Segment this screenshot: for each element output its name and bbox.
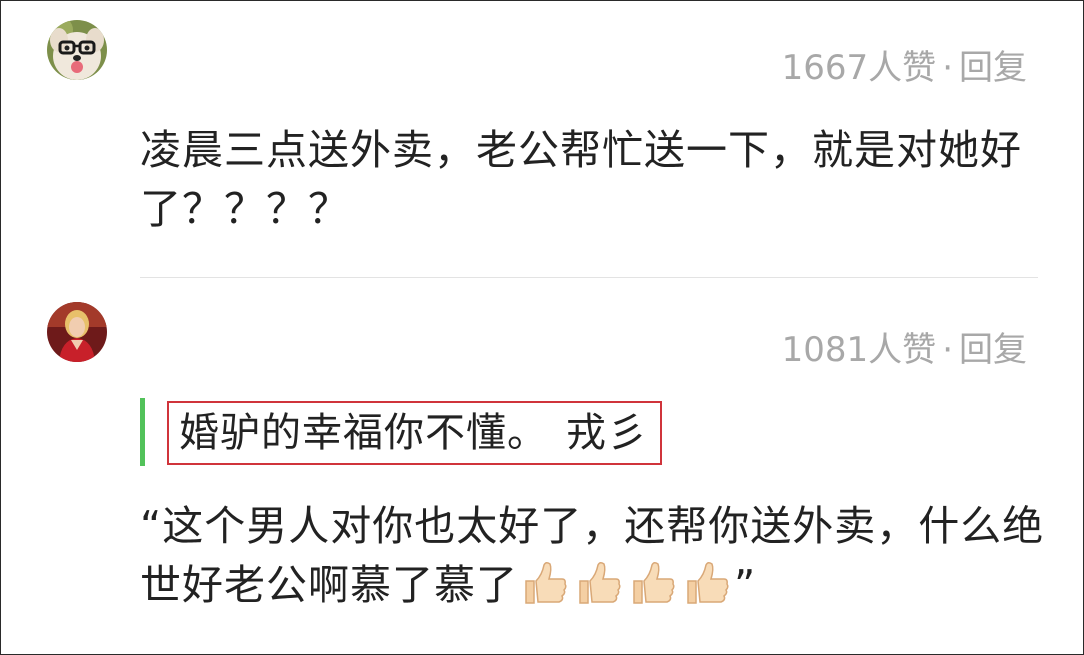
thumbs-up-icon	[680, 557, 732, 609]
thumbs-up-icon	[518, 557, 570, 609]
quote-bar	[140, 398, 145, 466]
reply-button[interactable]: 回复	[959, 48, 1027, 88]
comment-text: “这个男人对你也太好了，还帮你送外卖，什么绝世好老公啊慕了慕了”	[140, 497, 1050, 615]
reply-button[interactable]: 回复	[959, 330, 1027, 370]
quoted-author[interactable]: 戎彡	[566, 410, 648, 456]
like-count[interactable]: 1081人赞	[782, 330, 937, 370]
like-count[interactable]: 1667人赞	[782, 48, 937, 88]
quoted-text: 婚驴的幸福你不懂。	[179, 410, 548, 456]
meta-separator: ·	[942, 330, 953, 370]
comment-text: 凌晨三点送外卖，老公帮忙送一下，就是对她好了？？？？	[140, 126, 1022, 233]
comment-divider	[140, 277, 1038, 278]
thumbs-up-icon	[626, 557, 678, 609]
comment-meta: 1081人赞 · 回复	[782, 322, 1027, 371]
comment-meta: 1667人赞 · 回复	[782, 40, 1027, 89]
meta-separator: ·	[942, 48, 953, 88]
closing-quote: ”	[734, 561, 757, 609]
dog-with-glasses-avatar[interactable]	[47, 20, 107, 80]
woman-red-dress-avatar[interactable]	[47, 302, 107, 362]
thumbs-up-icon	[572, 557, 624, 609]
quoted-comment[interactable]: 婚驴的幸福你不懂。 戎彡	[167, 401, 662, 465]
